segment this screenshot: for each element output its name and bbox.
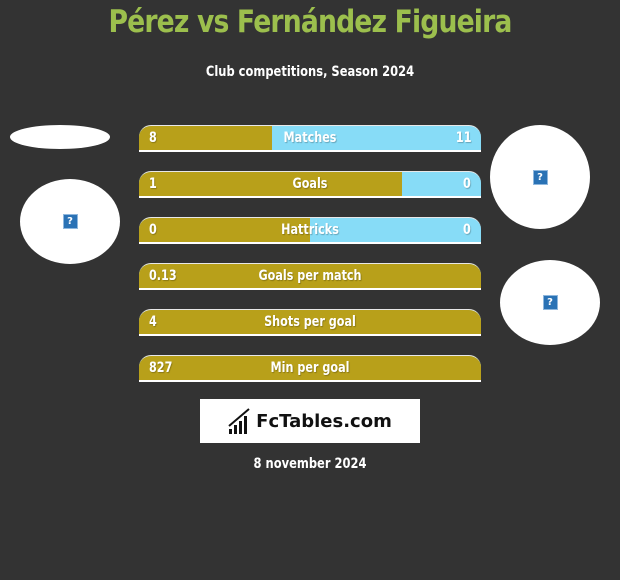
stat-row-matches: 8 Matches 11: [139, 125, 481, 152]
broken-image-icon: ?: [62, 214, 78, 229]
left-value: 0: [149, 222, 157, 238]
stat-row-shots-per-goal: 4 Shots per goal: [139, 309, 481, 336]
logo-text: FcTables.com: [256, 410, 392, 432]
left-value: 4: [149, 314, 157, 330]
stat-row-goals-per-match: 0.13 Goals per match: [139, 263, 481, 290]
right-player-photo: ?: [490, 125, 590, 229]
bar-chart-logo-icon: [228, 408, 250, 434]
stat-label: Goals per match: [258, 268, 362, 284]
stat-label: Hattricks: [281, 222, 339, 238]
stat-row-goals: 1 Goals 0: [139, 171, 481, 198]
stat-row-min-per-goal: 827 Min per goal: [139, 355, 481, 382]
right-value: 0: [463, 222, 471, 238]
report-date: 8 november 2024: [253, 456, 367, 472]
left-value: 827: [149, 360, 173, 376]
stat-label: Goals: [292, 176, 328, 192]
page-subtitle: Club competitions, Season 2024: [205, 64, 415, 80]
stat-label: Min per goal: [270, 360, 350, 376]
left-value: 8: [149, 130, 157, 146]
left-value: 1: [149, 176, 157, 192]
stat-label: Matches: [283, 130, 337, 146]
stat-row-hattricks: 0 Hattricks 0: [139, 217, 481, 244]
broken-image-icon: ?: [542, 295, 558, 310]
broken-image-icon: ?: [532, 169, 548, 185]
stat-label: Shots per goal: [264, 314, 356, 330]
right-team-logo: ?: [500, 260, 600, 345]
left-player-photo: ?: [20, 179, 120, 264]
right-value: 0: [463, 176, 471, 192]
left-team-logo-placeholder: [10, 125, 110, 149]
fctables-logo-link[interactable]: FcTables.com: [200, 399, 420, 443]
page-title: Pérez vs Fernández Figueira: [108, 4, 512, 40]
right-value: 11: [455, 130, 471, 146]
